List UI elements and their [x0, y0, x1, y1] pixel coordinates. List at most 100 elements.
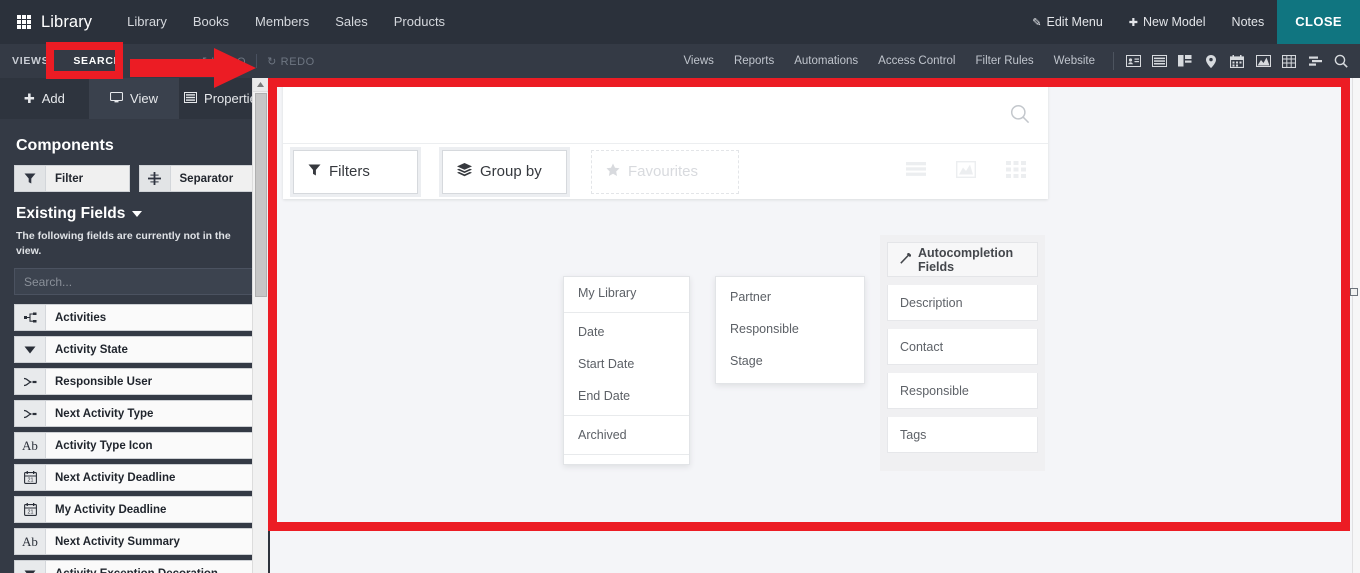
autocompletion-item-description[interactable]: Description [887, 285, 1038, 321]
undo-icon: ↺ [197, 55, 208, 68]
panel-resize-handle[interactable] [1350, 288, 1358, 296]
notes-button[interactable]: Notes [1219, 0, 1278, 44]
field-item-activity-state[interactable]: Activity State [14, 336, 254, 364]
pencil-icon: ✎ [1032, 16, 1042, 29]
groupby-dropdown: Partner Responsible Stage [715, 276, 865, 384]
redo-button[interactable]: ↻ REDO [257, 55, 325, 68]
grid-apps-icon[interactable] [17, 15, 31, 29]
toolbar-link-access-control[interactable]: Access Control [868, 44, 965, 78]
scroll-up-arrow-icon[interactable] [253, 78, 268, 92]
autocompletion-item-tags[interactable]: Tags [887, 417, 1038, 453]
text-ab-icon: Ab [15, 433, 46, 459]
close-button[interactable]: CLOSE [1277, 0, 1360, 44]
list-view-icon[interactable] [906, 161, 926, 182]
graph-view-icon[interactable] [955, 160, 977, 183]
groupby-button[interactable]: Group by [442, 149, 567, 194]
field-label: Activity Exception Decoration [46, 561, 253, 573]
toolbar-right: Views Reports Automations Access Control… [673, 44, 1360, 78]
field-item-activity-exception-decoration[interactable]: Activity Exception Decoration [14, 560, 254, 573]
layers-icon [457, 162, 472, 181]
filters-item-end-date[interactable]: End Date [564, 380, 689, 412]
field-label: My Activity Deadline [55, 503, 167, 516]
sidebar-scrollbar[interactable] [252, 78, 268, 573]
sidebar-tab-view-label: View [130, 91, 158, 106]
field-item-responsible-user[interactable]: Responsible User [14, 368, 254, 396]
toolbar-link-reports[interactable]: Reports [724, 44, 784, 78]
filters-button[interactable]: Filters [293, 149, 418, 194]
filters-item-date[interactable]: Date [564, 316, 689, 348]
topnav-item-sales[interactable]: Sales [322, 0, 381, 44]
pivot-table-icon[interactable] [1278, 50, 1300, 72]
search-view-preview: Filters Group by Favourites [283, 84, 1048, 199]
undo-label: UNDO [211, 55, 247, 68]
groupby-item-partner[interactable]: Partner [716, 281, 864, 313]
component-separator-label: Separator [179, 172, 234, 185]
component-separator[interactable]: Separator [138, 165, 254, 192]
groupby-item-stage[interactable]: Stage [716, 345, 864, 377]
left-sidebar: ✚ Add View Properties Components Filter [0, 78, 268, 573]
calendar-21-icon: 21 [15, 497, 46, 523]
toolbar-link-automations[interactable]: Automations [784, 44, 868, 78]
sidebar-tab-view[interactable]: View [89, 78, 180, 119]
existing-fields-toggle[interactable]: Existing Fields [16, 205, 254, 223]
view-switcher-group [906, 160, 1048, 183]
wand-icon [900, 251, 912, 267]
kanban-view-icon[interactable] [1006, 160, 1026, 183]
filters-item-start-date[interactable]: Start Date [564, 348, 689, 380]
autocompletion-item-contact[interactable]: Contact [887, 329, 1038, 365]
map-pin-icon[interactable] [1200, 50, 1222, 72]
dropdown-divider [564, 454, 689, 455]
field-label: Activity State [55, 343, 128, 356]
svg-text:21: 21 [27, 510, 33, 516]
tab-views[interactable]: VIEWS [0, 44, 61, 78]
graph-icon[interactable] [1252, 50, 1274, 72]
separator-icon [139, 166, 171, 191]
sidebar-tab-add[interactable]: ✚ Add [0, 78, 90, 119]
component-filter-label: Filter [55, 172, 84, 185]
calendar-icon[interactable] [1226, 50, 1248, 72]
contact-card-icon[interactable] [1122, 50, 1144, 72]
field-item-my-activity-deadline[interactable]: 21 My Activity Deadline [14, 496, 254, 524]
right-gutter [1352, 78, 1360, 573]
top-right-actions: ✎ Edit Menu ✚ New Model Notes CLOSE [1019, 0, 1360, 44]
undo-button[interactable]: ↺ UNDO [188, 55, 256, 68]
topnav-item-library[interactable]: Library [114, 0, 180, 44]
favourites-button[interactable]: Favourites [591, 149, 739, 194]
field-item-next-activity-summary[interactable]: Ab Next Activity Summary [14, 528, 254, 556]
search-input[interactable] [14, 268, 254, 296]
new-model-button[interactable]: ✚ New Model [1116, 0, 1219, 45]
filters-item-my-library[interactable]: My Library [564, 277, 689, 309]
field-item-activity-type-icon[interactable]: Ab Activity Type Icon [14, 432, 254, 460]
autocompletion-item-responsible[interactable]: Responsible [887, 373, 1038, 409]
canvas-inner: Filters Group by Favourites My Library D… [268, 78, 1360, 573]
topnav-item-products[interactable]: Products [381, 0, 458, 44]
magnifier-icon [1010, 104, 1030, 129]
field-item-next-activity-deadline[interactable]: 21 Next Activity Deadline [14, 464, 254, 492]
topnav-item-members[interactable]: Members [242, 0, 322, 44]
sidebar-scrollbar-thumb[interactable] [255, 93, 267, 297]
toolbar-link-website[interactable]: Website [1044, 44, 1105, 78]
edit-menu-button[interactable]: ✎ Edit Menu [1019, 0, 1116, 45]
toolbar-link-filter-rules[interactable]: Filter Rules [966, 44, 1044, 78]
brand-title: Library [41, 12, 93, 31]
tab-search[interactable]: SEARCH [61, 44, 134, 78]
undo-redo-group: ↺ UNDO ↻ REDO [188, 54, 325, 68]
filters-item-archived[interactable]: Archived [564, 419, 689, 451]
dropdown-divider [564, 415, 689, 416]
search-icon[interactable] [1330, 50, 1352, 72]
dropdown-divider [564, 312, 689, 313]
topnav-item-books[interactable]: Books [180, 0, 242, 44]
chevron-down-icon [132, 211, 143, 217]
field-item-next-activity-type[interactable]: Next Activity Type [14, 400, 254, 428]
relation-tree-icon [15, 305, 46, 331]
search-input-row[interactable] [283, 84, 1048, 144]
groupby-item-responsible[interactable]: Responsible [716, 313, 864, 345]
autocompletion-fields-title: Autocompletion Fields [918, 245, 1014, 274]
gantt-icon[interactable] [1304, 50, 1326, 72]
kanban-icon[interactable] [1174, 50, 1196, 72]
component-filter[interactable]: Filter [14, 165, 130, 192]
list-icon[interactable] [1148, 50, 1170, 72]
toolbar-link-views[interactable]: Views [673, 44, 723, 78]
toolbar-divider [1113, 52, 1114, 70]
field-item-activities[interactable]: Activities [14, 304, 254, 332]
